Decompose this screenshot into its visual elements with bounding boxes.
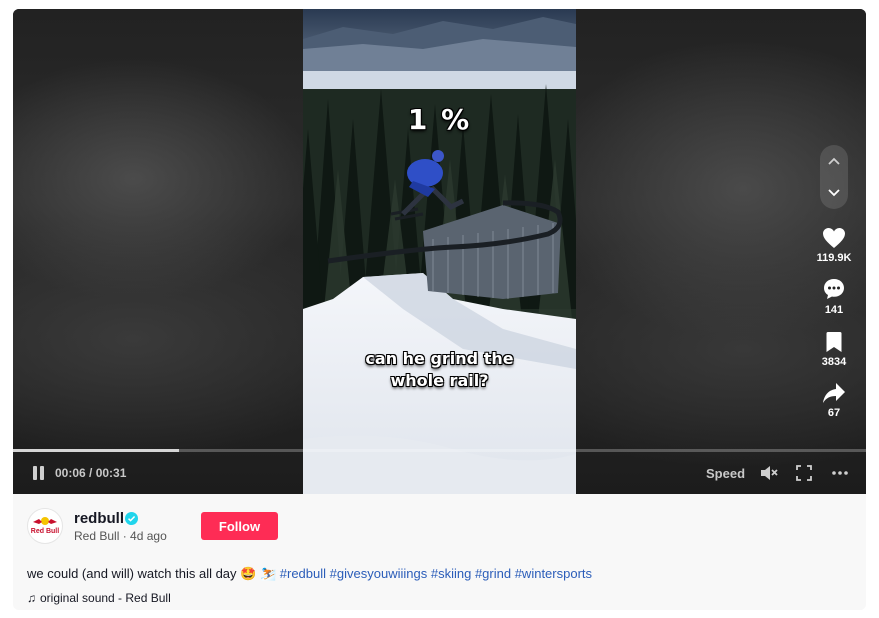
more-icon [832,471,848,475]
like-button[interactable]: 119.9K [814,227,854,264]
hashtag-givesyouwiiings[interactable]: #givesyouwiiings [330,566,428,581]
share-count: 67 [827,407,841,419]
playback-time: 00:06 / 00:31 [55,466,127,480]
avatar[interactable]: Red Bull [27,508,63,544]
bookmark-count: 3834 [821,356,847,368]
bookmark-icon [826,332,842,352]
hashtag-wintersports[interactable]: #wintersports [515,566,592,581]
previous-video-button[interactable] [824,152,844,172]
video-navigation [820,145,848,209]
author-username[interactable]: redbull [74,510,124,527]
video-player[interactable]: 1 % can he grind the whole rail? 00:06 /… [13,9,866,494]
share-button[interactable]: 67 [814,382,854,419]
comment-count: 141 [824,304,844,316]
avatar-label: Red Bull [30,528,60,535]
overlay-caption: can he grind the whole rail? [303,348,576,392]
verified-icon [125,512,138,525]
more-options-button[interactable] [830,464,850,482]
chevron-up-icon [828,157,840,165]
like-count: 119.9K [816,252,852,264]
hashtag-skiing[interactable]: #skiing [431,566,471,581]
progress-fill [13,449,180,452]
mute-icon [761,466,778,480]
speed-button[interactable]: Speed [706,466,745,481]
post-age: 4d ago [130,529,167,543]
separator-dot: · [122,529,131,543]
bookmark-button[interactable]: 3834 [814,331,854,368]
pause-button[interactable] [31,465,47,481]
hashtag-grind[interactable]: #grind [475,566,511,581]
share-icon [823,383,845,403]
overlay-caption-line2: whole rail? [390,371,489,390]
next-video-button[interactable] [824,182,844,202]
video-card: 1 % can he grind the whole rail? 00:06 /… [13,9,866,610]
author-subline: Red Bull · 4d ago [74,529,167,543]
progress-bar[interactable] [13,449,866,452]
music-note-icon: ♫ [27,591,36,605]
fullscreen-icon [796,465,812,481]
hashtag-redbull[interactable]: #redbull [280,566,326,581]
author-display-name: Red Bull [74,529,120,543]
video-description: we could (and will) watch this all day 🤩… [27,566,592,582]
mute-button[interactable] [759,464,779,482]
comment-icon [824,279,844,299]
description-text: we could (and will) watch this all day 🤩… [27,566,277,581]
overlay-caption-line1: can he grind the [365,349,514,368]
chevron-down-icon [828,189,840,197]
fullscreen-button[interactable] [795,464,815,482]
overlay-percent-text: 1 % [407,103,472,136]
sound-link[interactable]: ♫ original sound - Red Bull [27,591,171,605]
video-info: Red Bull redbull Red Bull · 4d ago Follo… [13,494,866,610]
heart-icon [823,228,845,248]
player-controls: 00:06 / 00:31 Speed [13,461,866,485]
sound-label: original sound - Red Bull [40,591,171,605]
red-bull-logo [33,517,57,525]
comment-button[interactable]: 141 [814,277,854,316]
ski-scene-image [303,9,576,494]
follow-button[interactable]: Follow [201,512,278,540]
video-frame[interactable]: 1 % can he grind the whole rail? [303,9,576,494]
